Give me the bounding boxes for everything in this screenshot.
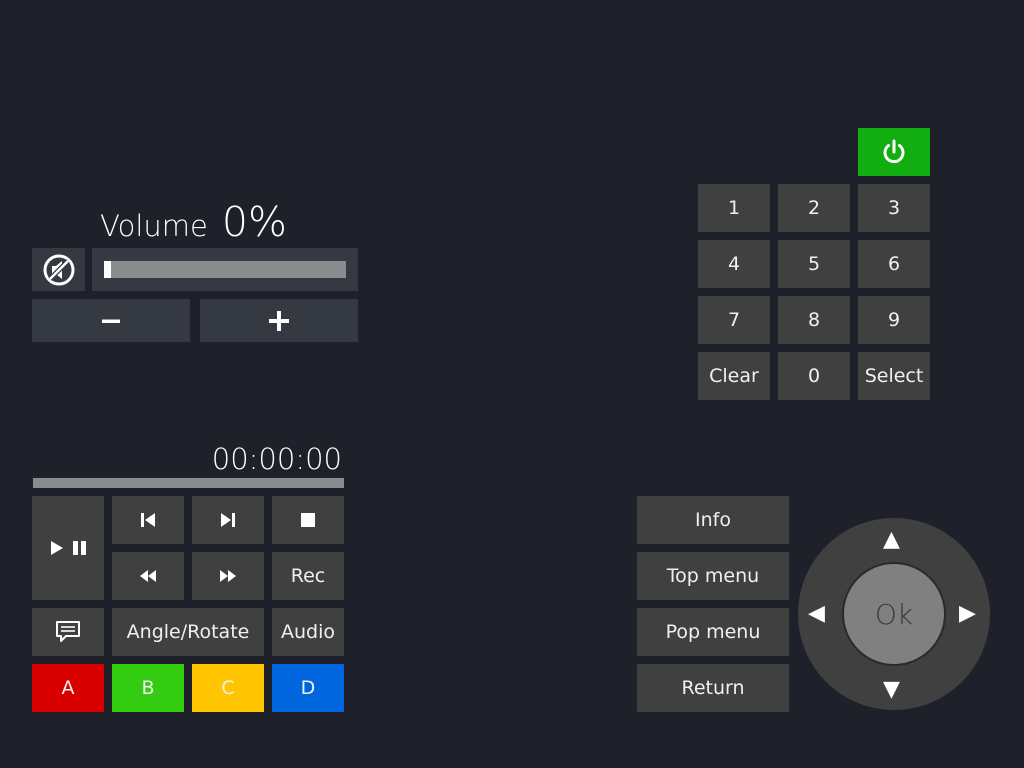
dpad-down-arrow[interactable]: ▼	[883, 679, 900, 701]
key-3[interactable]: 3	[858, 184, 930, 232]
color-key-d[interactable]: D	[272, 664, 344, 712]
angle-rotate-button[interactable]: Angle/Rotate	[112, 608, 264, 656]
plus-icon	[269, 310, 289, 331]
fast-forward-button[interactable]	[192, 552, 264, 600]
minus-icon	[102, 319, 120, 323]
rewind-icon	[140, 570, 156, 582]
next-button[interactable]	[192, 496, 264, 544]
record-button[interactable]: Rec	[272, 552, 344, 600]
key-8[interactable]: 8	[778, 296, 850, 344]
volume-value: 0%	[221, 198, 287, 246]
volume-label-row: Volume 0%	[100, 198, 287, 246]
volume-down-button[interactable]	[32, 299, 190, 342]
skip-previous-icon	[141, 513, 155, 527]
power-button[interactable]	[858, 128, 930, 176]
dpad-right-arrow[interactable]: ▶	[959, 603, 976, 625]
color-key-c[interactable]: C	[192, 664, 264, 712]
play-pause-button[interactable]	[32, 496, 104, 600]
key-9[interactable]: 9	[858, 296, 930, 344]
volume-level	[104, 261, 112, 278]
fast-forward-icon	[220, 570, 236, 582]
mute-button[interactable]	[32, 248, 85, 291]
power-icon	[883, 139, 905, 164]
mute-icon	[43, 254, 74, 285]
volume-track	[104, 261, 346, 278]
key-clear[interactable]: Clear	[698, 352, 770, 400]
rewind-button[interactable]	[112, 552, 184, 600]
playback-time: 00:00:00	[211, 442, 342, 476]
pop-menu-button[interactable]: Pop menu	[637, 608, 789, 656]
key-2[interactable]: 2	[778, 184, 850, 232]
volume-label: Volume	[100, 209, 208, 243]
key-4[interactable]: 4	[698, 240, 770, 288]
key-0[interactable]: 0	[778, 352, 850, 400]
skip-next-icon	[221, 513, 235, 527]
key-7[interactable]: 7	[698, 296, 770, 344]
subtitle-icon	[56, 621, 80, 642]
volume-up-button[interactable]	[200, 299, 358, 342]
key-5[interactable]: 5	[778, 240, 850, 288]
dpad-ok-button[interactable]: Ok	[842, 562, 946, 666]
color-key-b[interactable]: B	[112, 664, 184, 712]
play-pause-icon	[51, 541, 86, 555]
key-6[interactable]: 6	[858, 240, 930, 288]
audio-button[interactable]: Audio	[272, 608, 344, 656]
dpad-up-arrow[interactable]: ▲	[883, 529, 900, 551]
dpad-left-arrow[interactable]: ◀	[808, 603, 825, 625]
stop-button[interactable]	[272, 496, 344, 544]
subtitle-button[interactable]	[32, 608, 104, 656]
key-1[interactable]: 1	[698, 184, 770, 232]
key-select[interactable]: Select	[858, 352, 930, 400]
stop-icon	[301, 513, 315, 527]
return-button[interactable]: Return	[637, 664, 789, 712]
top-menu-button[interactable]: Top menu	[637, 552, 789, 600]
previous-button[interactable]	[112, 496, 184, 544]
playback-progress[interactable]	[33, 478, 344, 488]
info-button[interactable]: Info	[637, 496, 789, 544]
volume-slider[interactable]	[92, 248, 358, 291]
color-key-a[interactable]: A	[32, 664, 104, 712]
